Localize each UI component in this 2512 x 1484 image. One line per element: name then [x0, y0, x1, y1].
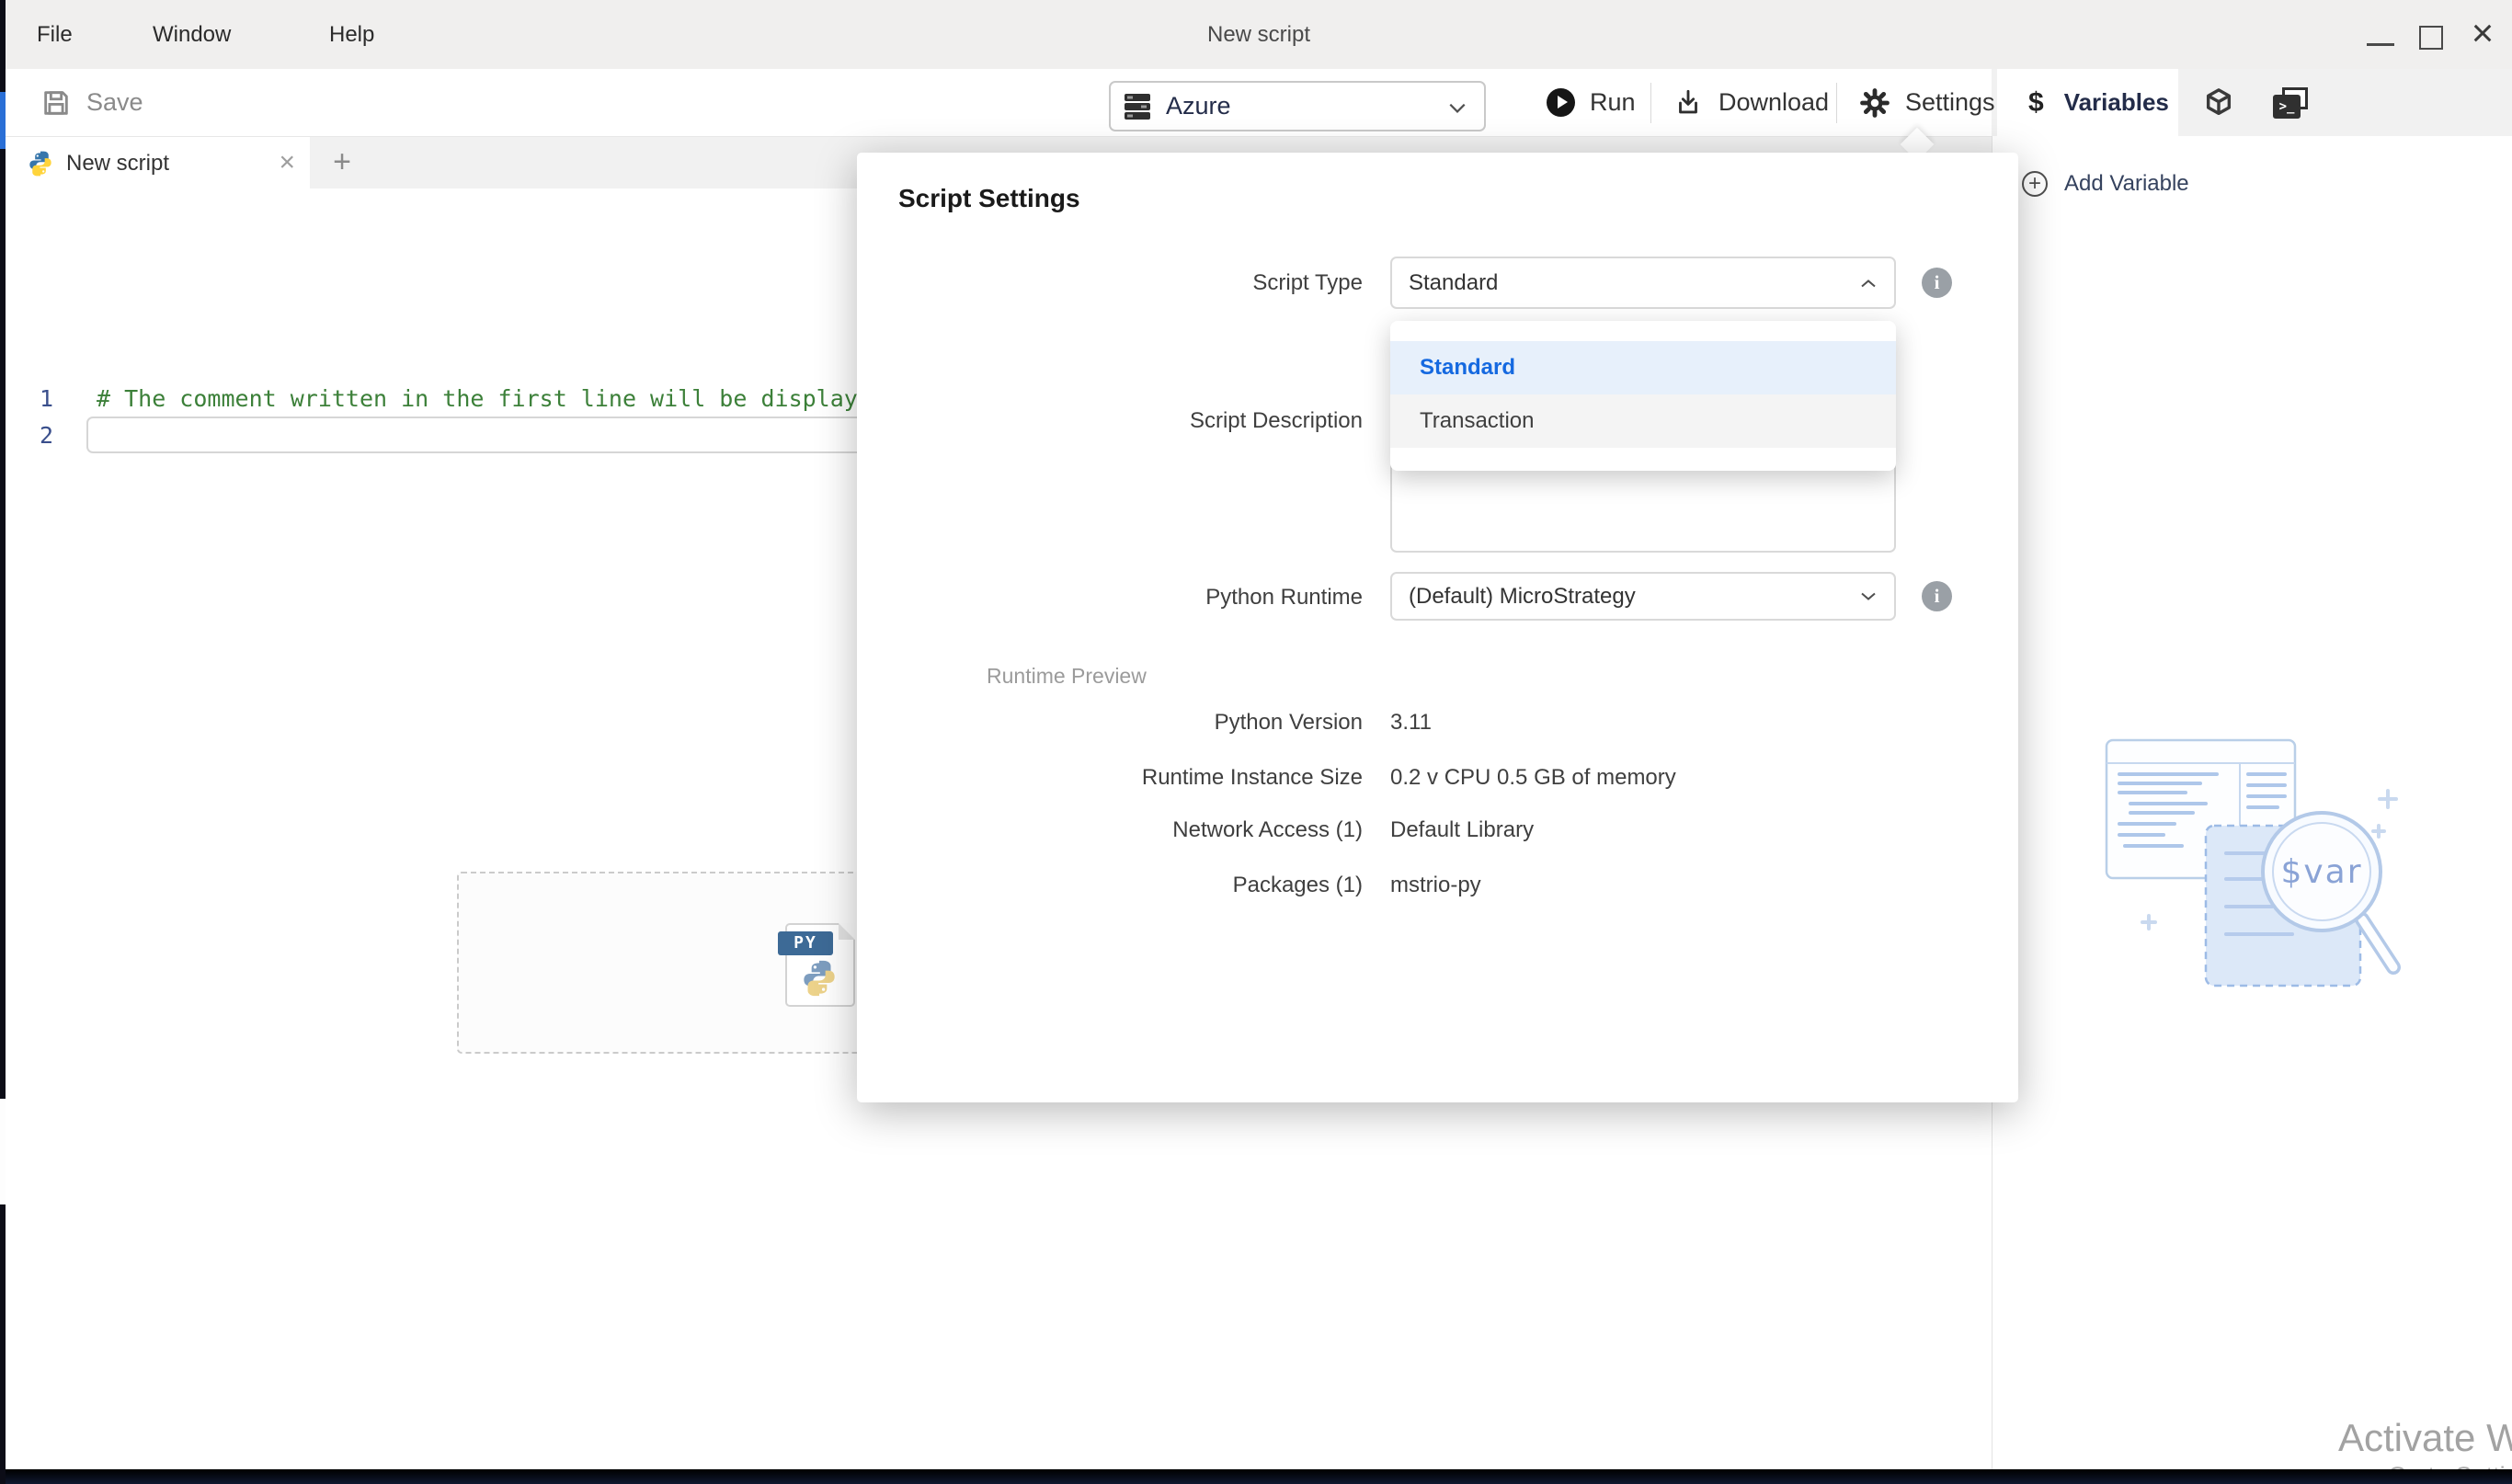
variables-panel: + Add Variable $var — [1992, 136, 2512, 1469]
settings-label: Settings — [1905, 88, 1995, 117]
app-window: New script File Window Help × Save — [0, 0, 2512, 1484]
python-runtime-label: Python Runtime — [857, 585, 1363, 611]
taskbar-edge — [0, 1469, 2512, 1484]
add-circle-icon: + — [2022, 171, 2048, 197]
edge-highlight — [0, 1099, 6, 1204]
python-icon — [28, 151, 53, 177]
line-number: 2 — [6, 422, 53, 449]
menu-help[interactable]: Help — [329, 0, 374, 69]
line-number: 1 — [6, 385, 53, 412]
play-icon — [1547, 88, 1575, 117]
tab-console[interactable]: >_ — [2258, 69, 2323, 136]
preview-row-value: mstrio-py — [1390, 873, 1481, 898]
python-runtime-select[interactable]: (Default) MicroStrategy — [1390, 572, 1896, 621]
tab-label: New script — [66, 151, 169, 177]
new-tab-button[interactable]: + — [324, 137, 360, 189]
close-window-icon[interactable]: × — [2464, 0, 2501, 69]
script-type-value: Standard — [1409, 270, 1498, 295]
folded-corner — [839, 923, 855, 940]
download-button[interactable]: Download — [1673, 69, 1829, 136]
tab-packages[interactable] — [2187, 69, 2251, 136]
toolbar: Save Azure Run — [6, 69, 2512, 136]
info-icon[interactable]: i — [1922, 268, 1952, 298]
info-icon[interactable]: i — [1922, 581, 1952, 611]
illustration-var-text: $var — [2280, 853, 2362, 891]
menu-window[interactable]: Window — [153, 0, 231, 69]
chevron-down-icon — [1447, 101, 1467, 114]
script-description-label: Script Description — [857, 408, 1363, 434]
script-type-dropdown-menu: Standard Transaction — [1390, 321, 1896, 471]
preview-row-label: Packages (1) — [857, 873, 1363, 898]
add-variable-label: Add Variable — [2064, 171, 2189, 197]
background-window-edge — [0, 0, 6, 1484]
server-stack-icon — [1124, 93, 1151, 120]
edge-accent — [0, 92, 6, 149]
titlebar: New script File Window Help × — [6, 0, 2512, 69]
python-icon — [801, 960, 838, 997]
runtime-preview-label: Runtime Preview — [987, 664, 1147, 689]
toolbar-divider — [1650, 83, 1651, 123]
preview-row-label: Python Version — [857, 710, 1363, 736]
add-variable-button[interactable]: + Add Variable — [2022, 171, 2189, 197]
chevron-down-icon — [1859, 590, 1878, 602]
minimize-icon[interactable] — [2367, 43, 2394, 46]
preview-row-value: 0.2 v CPU 0.5 GB of memory — [1390, 765, 1676, 791]
close-tab-icon[interactable]: × — [279, 137, 295, 189]
script-type-select[interactable]: Standard — [1390, 257, 1896, 309]
run-button[interactable]: Run — [1547, 69, 1636, 136]
python-file-icon: PY — [778, 923, 855, 1007]
preview-row-value: Default Library — [1390, 817, 1534, 843]
environment-select[interactable]: Azure — [1109, 81, 1486, 131]
option-standard[interactable]: Standard — [1390, 341, 1896, 394]
dollar-icon: $ — [2028, 87, 2044, 119]
save-icon — [40, 87, 72, 119]
preview-row-label: Runtime Instance Size — [857, 765, 1363, 791]
chevron-up-icon — [1859, 278, 1878, 290]
popover-title: Script Settings — [898, 184, 1080, 213]
toolbar-divider — [1836, 83, 1837, 123]
preview-row-value: 3.11 — [1390, 710, 1432, 736]
download-icon — [1673, 87, 1704, 119]
preview-row-label: Network Access (1) — [857, 817, 1363, 843]
activate-windows-watermark: Activate W — [2338, 1416, 2512, 1460]
window-title: New script — [6, 0, 2512, 69]
save-label: Save — [86, 88, 143, 117]
maximize-icon[interactable] — [2419, 26, 2443, 50]
code-comment-line: # The comment written in the first line … — [97, 385, 858, 412]
run-label: Run — [1590, 88, 1636, 117]
save-button[interactable]: Save — [40, 69, 143, 136]
menu-file[interactable]: File — [37, 0, 73, 69]
variables-label: Variables — [2064, 88, 2169, 117]
tab-variables[interactable]: $ Variables — [1997, 69, 2178, 136]
environment-value: Azure — [1166, 92, 1231, 120]
terminal-icon: >_ — [2273, 87, 2308, 119]
option-transaction[interactable]: Transaction — [1390, 394, 1896, 448]
script-settings-popover: Script Settings Script Type Standard i S… — [857, 153, 2018, 1102]
script-type-label: Script Type — [857, 270, 1363, 296]
download-label: Download — [1718, 88, 1829, 117]
settings-button[interactable]: Settings — [1859, 69, 1995, 136]
variables-empty-illustration: $var — [2097, 726, 2410, 993]
python-runtime-value: (Default) MicroStrategy — [1409, 584, 1636, 609]
py-badge: PY — [778, 931, 833, 955]
package-cube-icon — [2203, 87, 2234, 119]
gear-icon — [1859, 87, 1890, 119]
tab-new-script[interactable]: New script × — [6, 137, 310, 189]
